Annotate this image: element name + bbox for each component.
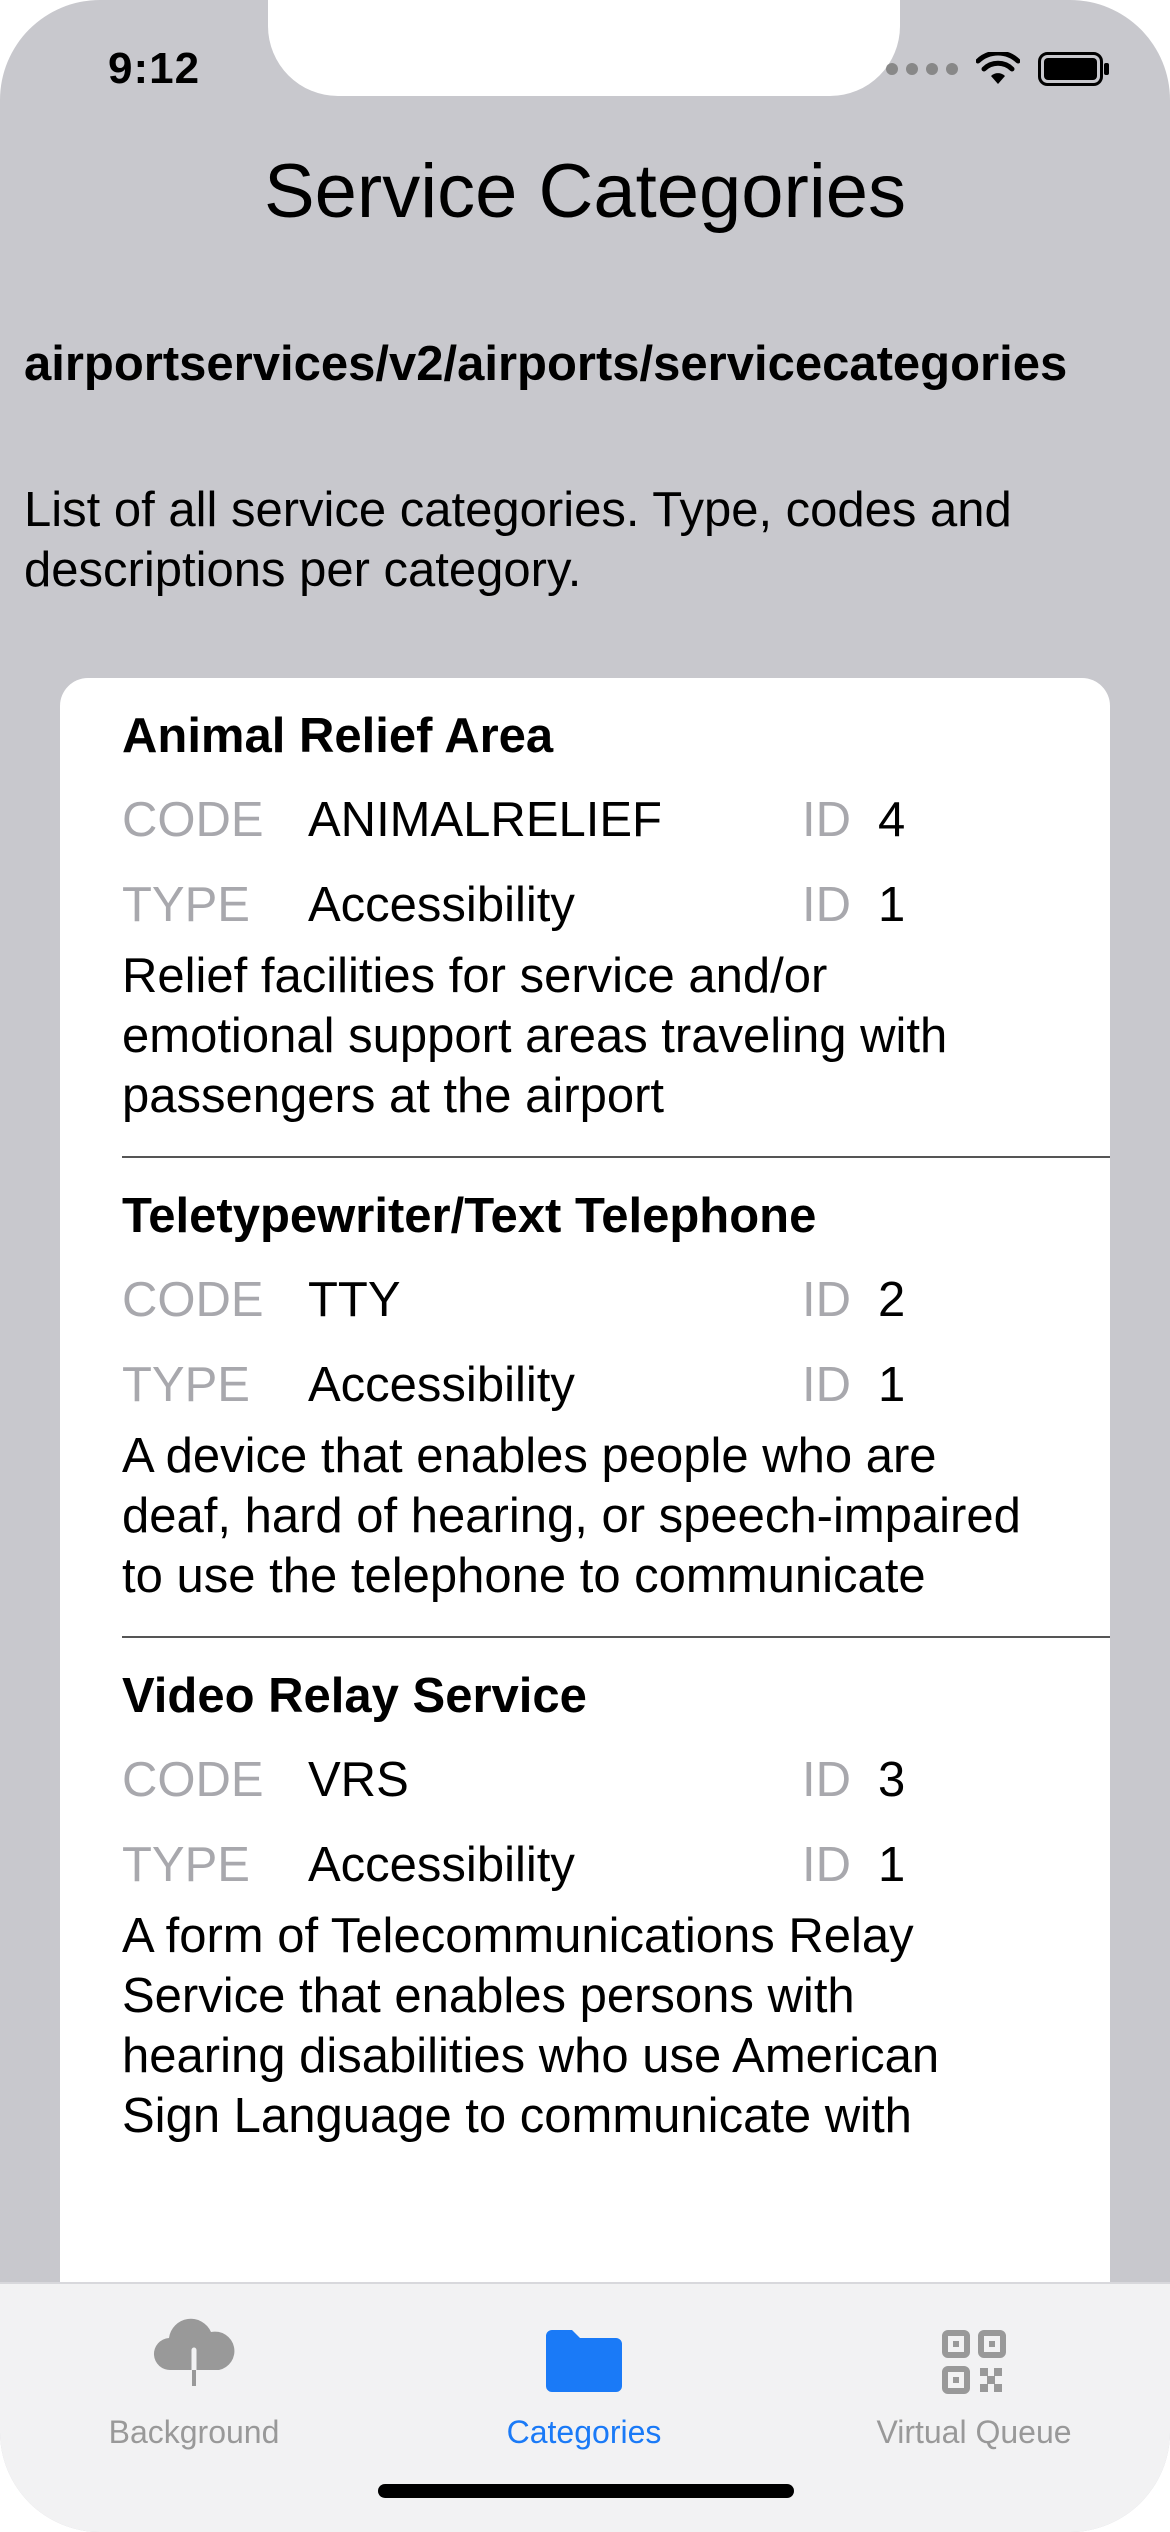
code-id-value: 2 (878, 1273, 906, 1327)
id-label: ID (802, 878, 851, 932)
category-description: A form of Telecommunications Relay Servi… (122, 1909, 940, 2143)
code-value: ANIMALRELIEF (308, 793, 662, 847)
id-label: ID (802, 1753, 851, 1807)
code-value: VRS (308, 1753, 409, 1807)
type-value: Accessibility (308, 878, 575, 932)
tab-label: Virtual Queue (876, 2414, 1072, 2450)
category-description: Relief facilities for service and/or emo… (122, 949, 948, 1123)
type-id-value: 1 (878, 878, 906, 932)
tab-categories[interactable]: Categories (434, 2284, 734, 2451)
type-value: Accessibility (308, 1358, 575, 1412)
tab-virtual-queue[interactable]: Virtual Queue (824, 2284, 1124, 2451)
folder-icon (434, 2284, 734, 2394)
category-name: Animal Relief Area (122, 709, 554, 763)
id-label: ID (802, 1838, 851, 1892)
home-indicator (378, 2484, 794, 2498)
tab-background[interactable]: Background (44, 2284, 344, 2451)
cellular-signal-icon (886, 63, 958, 75)
code-value: TTY (308, 1273, 401, 1327)
type-id-value: 1 (878, 1838, 906, 1892)
type-id-value: 1 (878, 1358, 906, 1412)
status-icons (886, 52, 1110, 86)
list-item[interactable]: Animal Relief Area CODE ANIMALRELIEF ID … (122, 678, 1110, 1156)
category-name: Video Relay Service (122, 1669, 587, 1723)
id-label: ID (802, 793, 851, 847)
code-label: CODE (122, 1753, 264, 1807)
code-id-value: 3 (878, 1753, 906, 1807)
code-row: CODE ANIMALRELIEF ID 4 (122, 762, 1110, 847)
code-label: CODE (122, 793, 264, 847)
tab-label: Categories (506, 2414, 662, 2450)
cloud-download-icon (44, 2284, 344, 2394)
qr-code-icon (824, 2284, 1124, 2394)
tab-label: Background (108, 2414, 280, 2450)
type-row: TYPE Accessibility ID 1 (122, 1327, 1110, 1412)
category-description: A device that enables people who are dea… (122, 1429, 1021, 1603)
app-screen: 9:12 Service Categories airportservices/… (0, 0, 1170, 2532)
status-time: 9:12 (108, 44, 201, 93)
type-label: TYPE (122, 1838, 250, 1892)
category-name: Teletypewriter/Text Telephone (122, 1189, 817, 1243)
type-row: TYPE Accessibility ID 1 (122, 1807, 1110, 1892)
id-label: ID (802, 1273, 851, 1327)
category-list[interactable]: Animal Relief Area CODE ANIMALRELIEF ID … (60, 678, 1110, 2378)
endpoint-path: airportservices/v2/airports/servicecateg… (24, 337, 1068, 391)
code-row: CODE VRS ID 3 (122, 1722, 1110, 1807)
notch (268, 0, 900, 96)
type-label: TYPE (122, 878, 250, 932)
type-value: Accessibility (308, 1838, 575, 1892)
page-description: List of all service categories. Type, co… (24, 483, 1012, 597)
wifi-icon (976, 52, 1020, 84)
code-id-value: 4 (878, 793, 906, 847)
type-row: TYPE Accessibility ID 1 (122, 847, 1110, 932)
id-label: ID (802, 1358, 851, 1412)
page-title: Service Categories (263, 149, 907, 234)
code-row: CODE TTY ID 2 (122, 1242, 1110, 1327)
type-label: TYPE (122, 1358, 250, 1412)
list-item[interactable]: Video Relay Service CODE VRS ID 3 TYPE A… (122, 1638, 1110, 2176)
battery-icon (1038, 52, 1109, 86)
list-item[interactable]: Teletypewriter/Text Telephone CODE TTY I… (122, 1158, 1110, 1636)
code-label: CODE (122, 1273, 264, 1327)
